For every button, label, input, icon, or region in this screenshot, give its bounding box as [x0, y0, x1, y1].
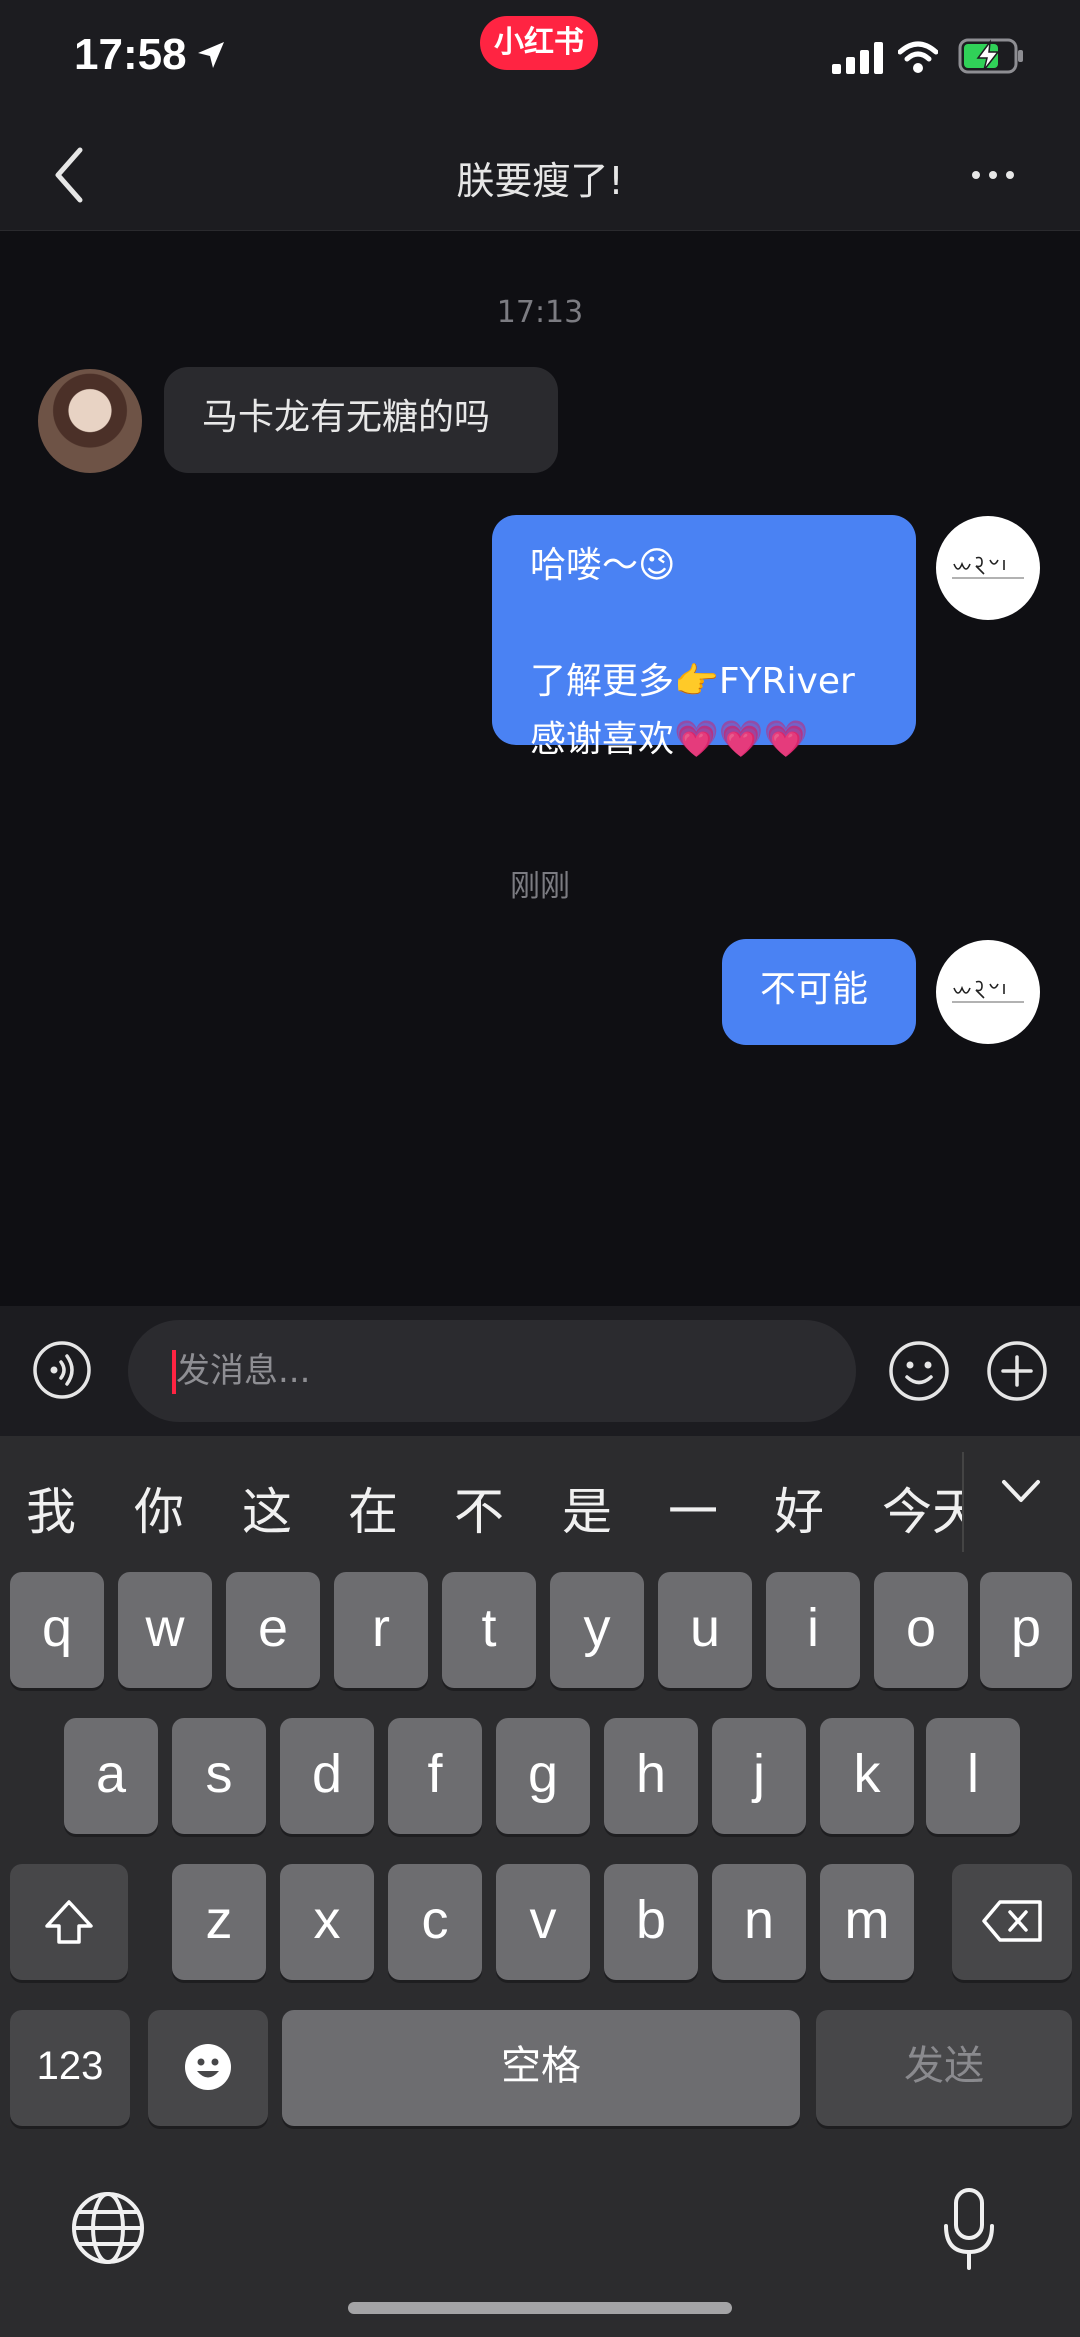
candidate-word[interactable]: 一 — [668, 1472, 718, 1544]
key-q[interactable]: q — [10, 1572, 104, 1688]
status-bar: 17:58 小红书 — [0, 0, 1080, 120]
key-j[interactable]: j — [712, 1718, 806, 1834]
contact-avatar[interactable] — [38, 369, 142, 473]
key-f[interactable]: f — [388, 1718, 482, 1834]
home-indicator[interactable] — [348, 2302, 732, 2314]
key-k[interactable]: k — [820, 1718, 914, 1834]
message-timestamp: 17:13 — [496, 295, 584, 330]
key-h[interactable]: h — [604, 1718, 698, 1834]
message-line: 哈喽～😉 — [530, 545, 676, 586]
key-v[interactable]: v — [496, 1864, 590, 1980]
key-y[interactable]: y — [550, 1572, 644, 1688]
message-input[interactable] — [128, 1320, 856, 1422]
key-a[interactable]: a — [64, 1718, 158, 1834]
cellular-signal-icon — [832, 42, 883, 74]
key-p[interactable]: p — [980, 1572, 1072, 1688]
candidate-word[interactable]: 我 — [26, 1472, 76, 1544]
key-l[interactable]: l — [926, 1718, 1020, 1834]
message-line — [530, 595, 878, 653]
numbers-key[interactable]: 123 — [10, 2010, 130, 2126]
key-w[interactable]: w — [118, 1572, 212, 1688]
key-x[interactable]: x — [280, 1864, 374, 1980]
message-line: 感谢喜欢💗💗💗 — [530, 719, 809, 760]
shift-icon — [45, 1900, 93, 1944]
key-i[interactable]: i — [766, 1572, 860, 1688]
my-avatar[interactable] — [936, 940, 1040, 1044]
app-badge[interactable]: 小红书 — [480, 16, 598, 70]
more-options-icon[interactable] — [970, 164, 1016, 186]
emoji-icon[interactable] — [888, 1340, 950, 1402]
emoji-face-icon — [185, 2044, 231, 2090]
message-line: 了解更多👉FYRiver — [530, 661, 855, 702]
wifi-icon — [898, 41, 938, 73]
key-u[interactable]: u — [658, 1572, 752, 1688]
key-b[interactable]: b — [604, 1864, 698, 1980]
chat-header: 朕要瘦了! — [0, 120, 1080, 231]
location-arrow-icon — [198, 42, 224, 68]
key-s[interactable]: s — [172, 1718, 266, 1834]
outgoing-message-bubble[interactable]: 哈喽～😉 了解更多👉FYRiver 感谢喜欢💗💗💗 — [492, 515, 916, 760]
send-key[interactable]: 发送 — [816, 2010, 1072, 2126]
candidate-word[interactable]: 今天 — [882, 1472, 962, 1544]
candidate-bar: 我 你 这 在 不 是 一 好 今天 — [0, 1436, 1080, 1566]
message-text: 马卡龙有无糖的吗 — [202, 397, 491, 438]
status-time: 17:58 — [74, 30, 187, 79]
key-c[interactable]: c — [388, 1864, 482, 1980]
candidate-divider — [962, 1452, 964, 1552]
incoming-message-bubble[interactable]: 马卡龙有无糖的吗 — [164, 367, 558, 473]
brand-logo-icon — [952, 980, 1024, 1003]
my-avatar[interactable] — [936, 516, 1040, 620]
message-input-bar — [0, 1306, 1080, 1436]
message-list[interactable]: 17:13 马卡龙有无糖的吗 哈喽～😉 了解更多👉FYRiver 感谢喜欢💗💗💗… — [0, 231, 1080, 1306]
key-e[interactable]: e — [226, 1572, 320, 1688]
backspace-icon — [982, 1900, 1042, 1942]
voice-input-icon[interactable] — [32, 1340, 92, 1400]
key-m[interactable]: m — [820, 1864, 914, 1980]
globe-icon[interactable] — [70, 2190, 146, 2266]
microphone-icon[interactable] — [942, 2186, 996, 2272]
candidate-word[interactable]: 是 — [562, 1472, 612, 1544]
candidate-word[interactable]: 好 — [774, 1472, 824, 1544]
key-n[interactable]: n — [712, 1864, 806, 1980]
key-d[interactable]: d — [280, 1718, 374, 1834]
message-text: 不可能 — [760, 969, 869, 1010]
key-r[interactable]: r — [334, 1572, 428, 1688]
candidate-word[interactable]: 这 — [242, 1472, 292, 1544]
brand-logo-icon — [952, 556, 1024, 579]
outgoing-message-bubble[interactable]: 不可能 — [722, 939, 916, 1045]
chat-title: 朕要瘦了! — [456, 159, 624, 203]
emoji-key[interactable] — [148, 2010, 268, 2126]
key-o[interactable]: o — [874, 1572, 968, 1688]
text-cursor — [172, 1350, 176, 1394]
candidate-word[interactable]: 不 — [454, 1472, 504, 1544]
key-t[interactable]: t — [442, 1572, 536, 1688]
key-g[interactable]: g — [496, 1718, 590, 1834]
key-z[interactable]: z — [172, 1864, 266, 1980]
add-attachment-icon[interactable] — [986, 1340, 1048, 1402]
shift-key[interactable] — [10, 1864, 128, 1980]
candidate-word[interactable]: 你 — [134, 1472, 184, 1544]
space-key[interactable]: 空格 — [282, 2010, 800, 2126]
message-timestamp: 刚刚 — [510, 869, 570, 904]
candidate-word[interactable]: 在 — [348, 1472, 398, 1544]
chevron-down-icon[interactable] — [998, 1472, 1044, 1512]
backspace-key[interactable] — [952, 1864, 1072, 1980]
battery-charging-icon — [958, 38, 1023, 74]
